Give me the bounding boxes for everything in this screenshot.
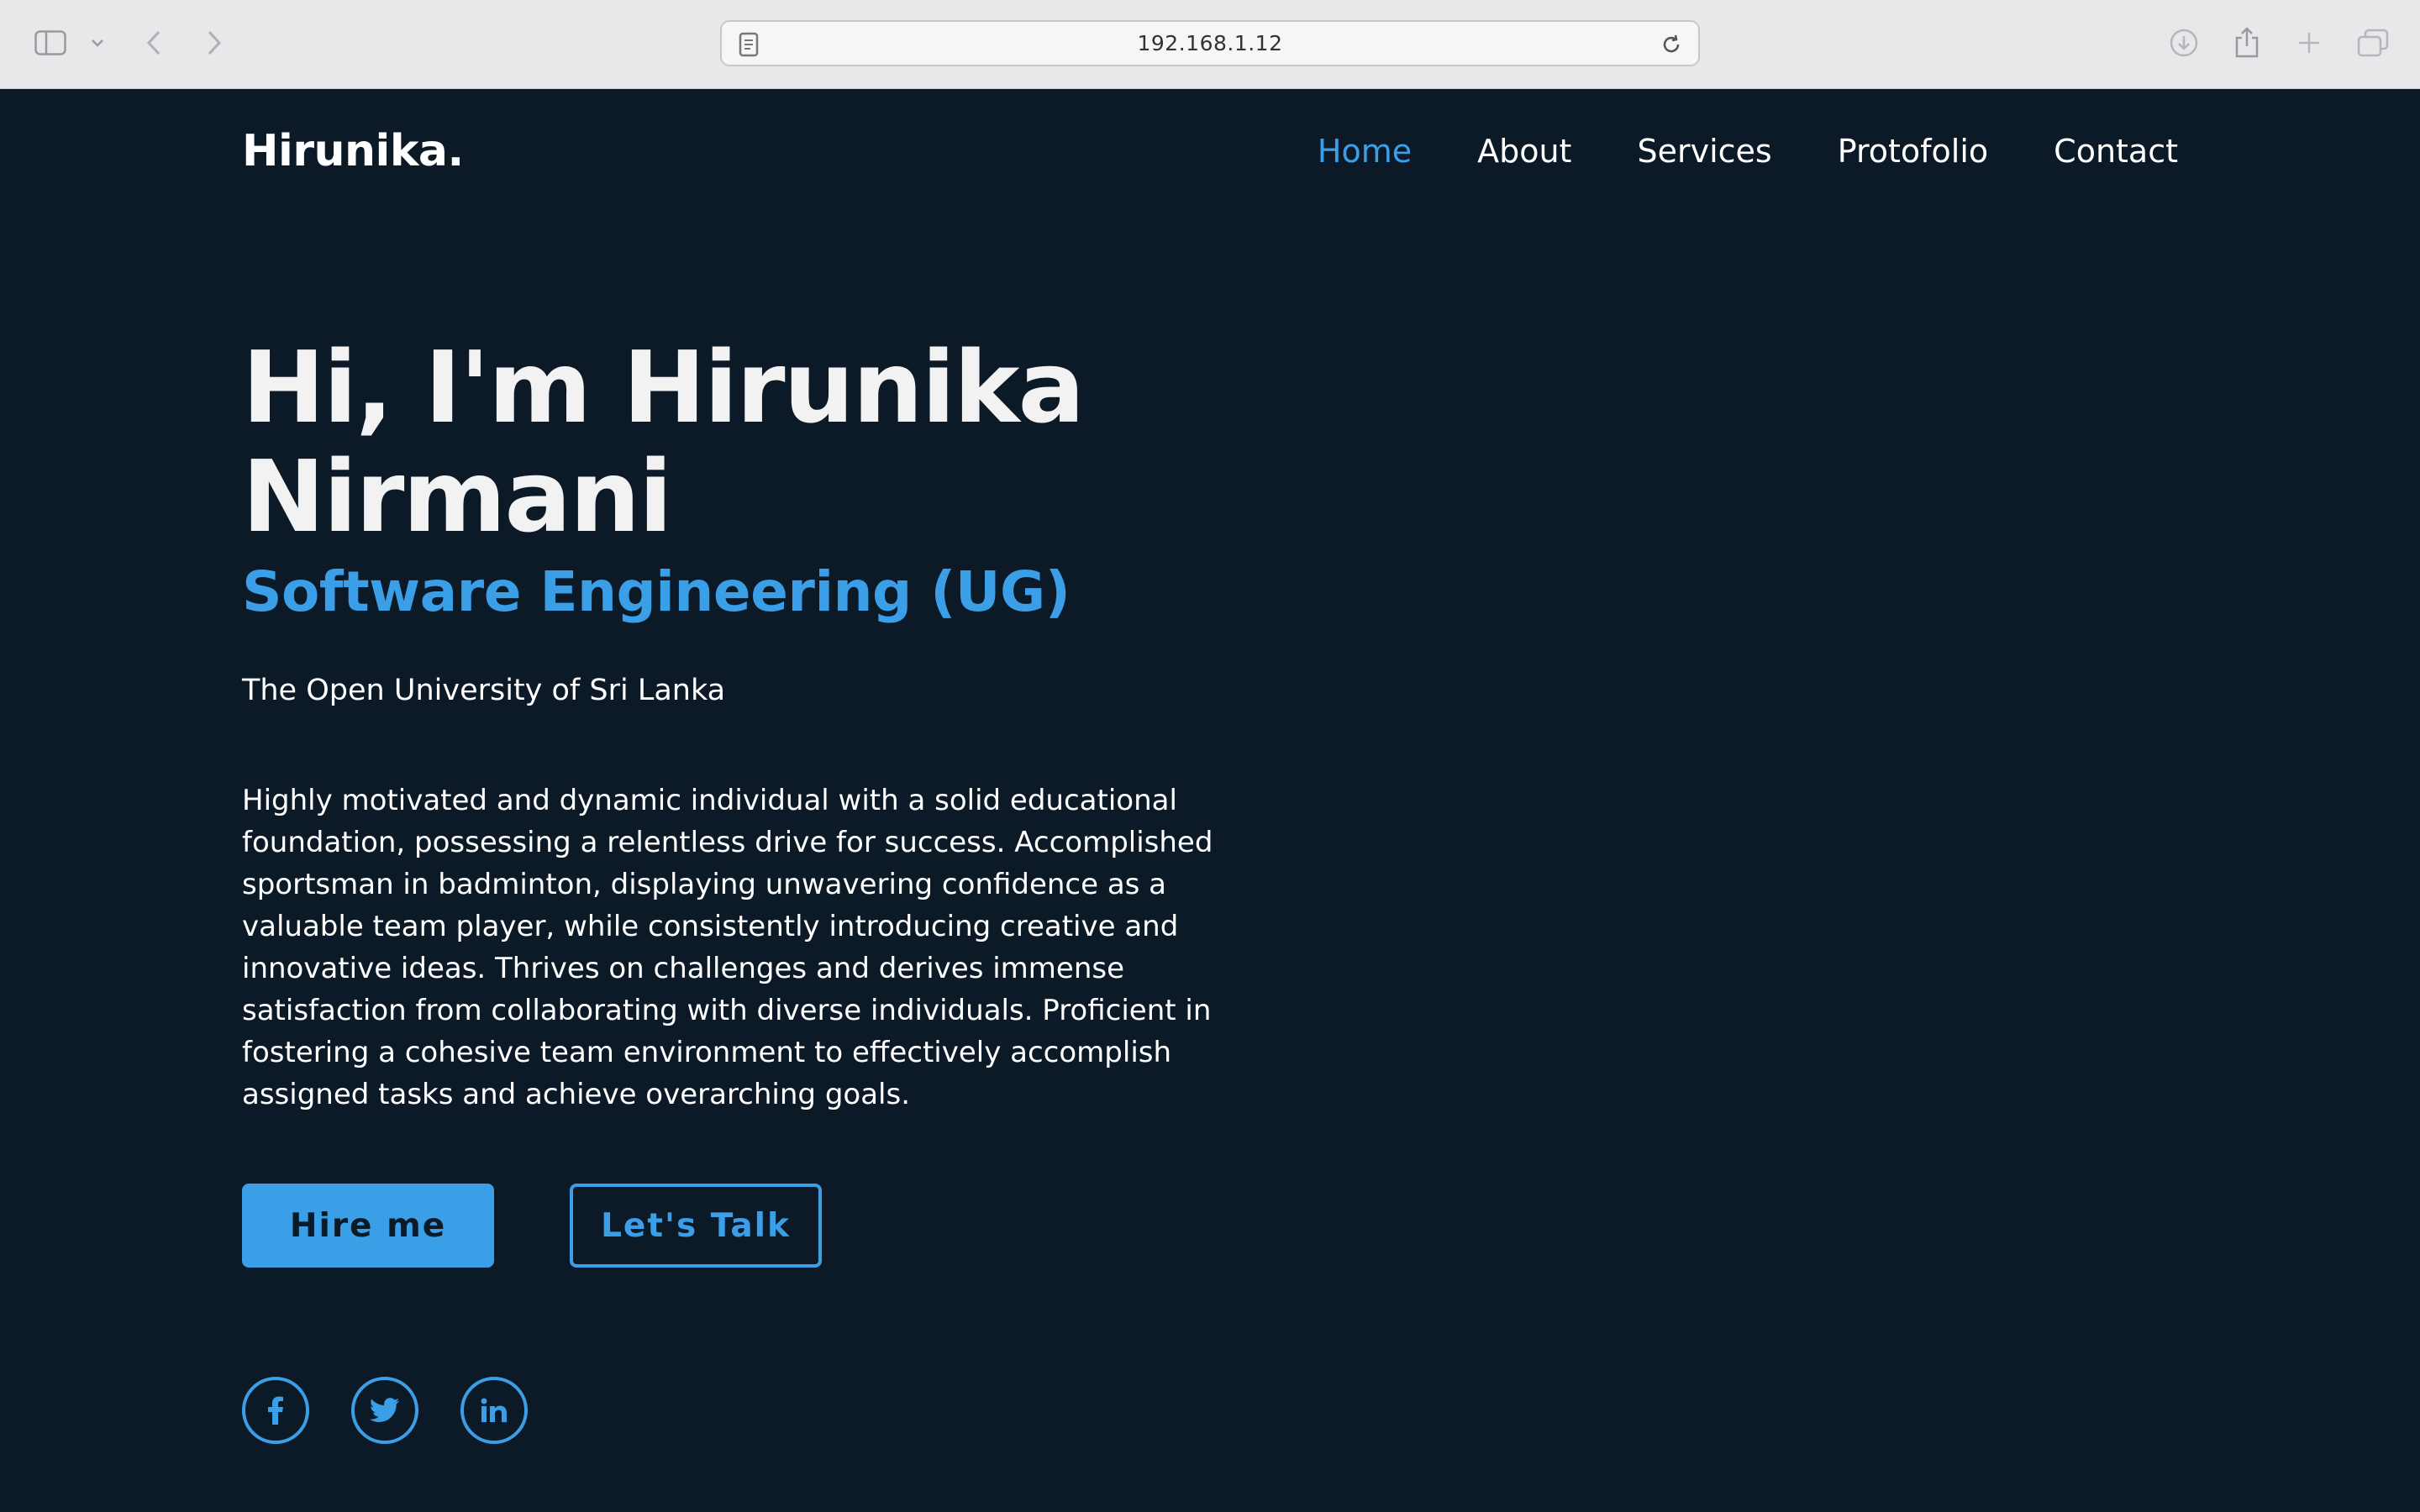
nav-home[interactable]: Home (1318, 133, 1412, 170)
lets-talk-button[interactable]: Let's Talk (570, 1184, 822, 1268)
main-nav: Home About Services Protofolio Contact (1318, 133, 2178, 170)
nav-about[interactable]: About (1477, 133, 1571, 170)
portfolio-page: Hirunika. Home About Services Protofolio… (0, 89, 2420, 1512)
nav-portfolio[interactable]: Protofolio (1838, 133, 1988, 170)
twitter-icon[interactable] (351, 1377, 418, 1444)
forward-icon[interactable] (202, 28, 227, 58)
facebook-icon[interactable] (242, 1377, 309, 1444)
new-tab-icon[interactable] (2294, 28, 2324, 58)
reload-icon[interactable] (1660, 33, 1683, 60)
browser-toolbar: 192.168.1.12 (0, 0, 2420, 89)
hero-title: Hi, I'm Hirunika Nirmani (242, 333, 1334, 551)
nav-services[interactable]: Services (1637, 133, 1771, 170)
back-icon[interactable] (141, 28, 166, 58)
download-icon[interactable] (2168, 28, 2200, 58)
nav-contact[interactable]: Contact (2054, 133, 2178, 170)
tab-overview-icon[interactable] (2356, 28, 2390, 58)
social-links (242, 1377, 528, 1444)
site-logo[interactable]: Hirunika. (242, 126, 464, 176)
linkedin-icon[interactable] (460, 1377, 528, 1444)
address-bar[interactable]: 192.168.1.12 (720, 20, 1700, 66)
sidebar-toggle-icon[interactable] (34, 28, 67, 58)
hero-title-line2: Nirmani (242, 438, 672, 554)
hero-title-line1: Hi, I'm Hirunika (242, 329, 1085, 445)
university-text: The Open University of Sri Lanka (242, 674, 726, 707)
hire-me-button[interactable]: Hire me (242, 1184, 494, 1268)
share-icon[interactable] (2232, 27, 2262, 58)
bio-paragraph: Highly motivated and dynamic individual … (242, 784, 1213, 1111)
hero-subtitle: Software Engineering (UG) (242, 559, 1071, 624)
url-text: 192.168.1.12 (1137, 31, 1283, 55)
chevron-down-icon[interactable] (87, 28, 108, 58)
